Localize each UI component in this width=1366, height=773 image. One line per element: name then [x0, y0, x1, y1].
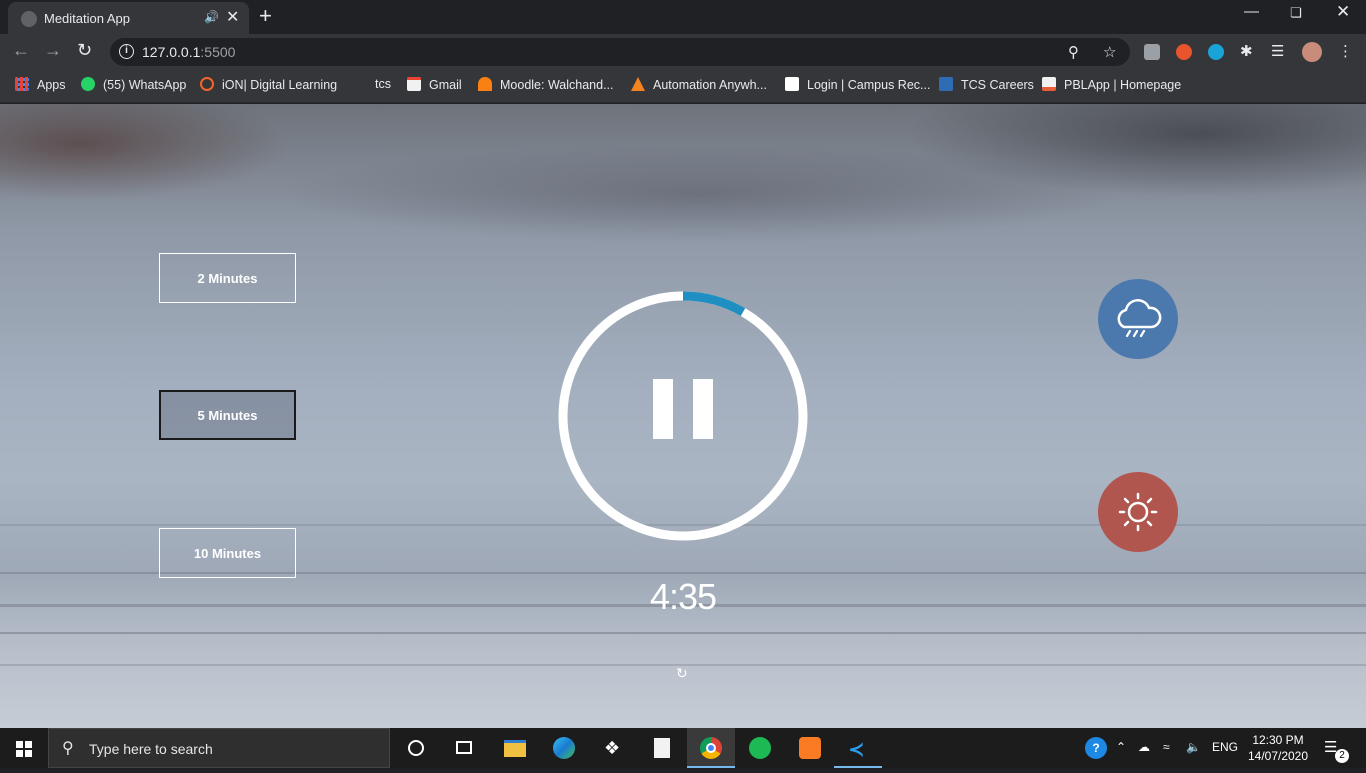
- bookmarks-bar: Apps (55) WhatsApp iON| Digital Learning…: [0, 70, 1366, 103]
- campus-recruit-icon: [785, 77, 799, 91]
- forward-icon[interactable]: →: [44, 40, 62, 61]
- taskbar-search[interactable]: ⚲ Type here to search: [48, 728, 390, 768]
- two-minutes-button[interactable]: 2 Minutes: [159, 253, 296, 303]
- five-minutes-button[interactable]: 5 Minutes: [159, 390, 296, 440]
- bookmark-pblapp[interactable]: PBLApp | Homepage: [1042, 77, 1181, 92]
- task-view-icon[interactable]: [440, 728, 488, 768]
- water-ripple: [0, 632, 1366, 634]
- bookmark-apps[interactable]: Apps: [15, 77, 66, 92]
- url-text[interactable]: 127.0.0.1:5500: [142, 44, 235, 60]
- address-bar[interactable]: i 127.0.0.1:5500 ⚲ ☆: [110, 38, 1130, 66]
- star-icon[interactable]: ☆: [1103, 43, 1116, 61]
- tab-bar: Meditation App 🔊 ✕ + — ❏ ✕: [0, 0, 1366, 34]
- close-tab-icon[interactable]: ✕: [226, 7, 239, 27]
- replay-icon[interactable]: ↻: [676, 665, 688, 682]
- dropbox-icon[interactable]: ❖: [590, 728, 638, 768]
- whatsapp-icon: [81, 77, 95, 91]
- extension-cube-icon[interactable]: [1144, 44, 1160, 60]
- speaker-icon[interactable]: 🔊: [204, 10, 219, 24]
- chevron-up-icon[interactable]: ⌃: [1116, 740, 1126, 754]
- extension-arduino-icon[interactable]: [1208, 44, 1224, 60]
- tab-title: Meditation App: [44, 11, 131, 26]
- info-icon[interactable]: i: [119, 44, 134, 59]
- bookmark-gmail[interactable]: Gmail: [407, 77, 462, 92]
- bookmark-whatsapp[interactable]: (55) WhatsApp: [81, 77, 186, 92]
- menu-dots-icon[interactable]: ⋮: [1338, 42, 1353, 60]
- pblapp-icon: [1042, 77, 1056, 91]
- new-tab-button[interactable]: +: [259, 4, 272, 28]
- windows-icon: [16, 741, 32, 757]
- volume-icon[interactable]: 🔈: [1186, 740, 1201, 754]
- cortana-icon[interactable]: [392, 728, 440, 768]
- automation-anywhere-icon: [631, 77, 645, 91]
- system-clock[interactable]: 12:30 PM 14/07/2020: [1246, 732, 1310, 764]
- help-icon[interactable]: ?: [1085, 737, 1107, 759]
- bookmark-automation-anywhere[interactable]: Automation Anywh...: [631, 77, 767, 92]
- bookmark-tcs[interactable]: tcs: [375, 77, 391, 91]
- xampp-icon[interactable]: [786, 728, 834, 768]
- browser-toolbar: ← → ↻ i 127.0.0.1:5500 ⚲ ☆ ✱ ☰ ⋮: [0, 34, 1366, 70]
- sun-sound-button[interactable]: [1098, 472, 1178, 552]
- bookmark-campus-login[interactable]: Login | Campus Rec...: [785, 77, 930, 92]
- wifi-icon[interactable]: ≈: [1163, 740, 1170, 754]
- onedrive-icon[interactable]: ☁: [1138, 740, 1150, 754]
- spotify-icon[interactable]: [736, 728, 784, 768]
- bookmark-tcs-careers[interactable]: TCS Careers: [939, 77, 1034, 92]
- meditation-app-page: 2 Minutes 5 Minutes 10 Minutes 4:35 ↻: [0, 104, 1366, 728]
- back-icon[interactable]: ←: [12, 40, 30, 61]
- minimize-icon[interactable]: —: [1244, 3, 1259, 20]
- gmail-icon: [407, 77, 421, 91]
- pause-icon: [653, 379, 673, 439]
- tab-meditation-app[interactable]: Meditation App 🔊 ✕: [8, 2, 249, 34]
- language-indicator[interactable]: ENG: [1212, 740, 1238, 754]
- extension-infinity-icon[interactable]: [1176, 44, 1192, 60]
- cloud-rain-icon: [1117, 299, 1162, 338]
- globe-icon: [21, 11, 37, 27]
- tata-icon: [939, 77, 953, 91]
- chrome-icon[interactable]: [687, 728, 735, 768]
- close-window-icon[interactable]: ✕: [1336, 2, 1350, 22]
- search-icon: ⚲: [62, 740, 74, 757]
- pause-button[interactable]: [653, 379, 713, 439]
- notification-badge: 2: [1335, 749, 1349, 763]
- edge-icon[interactable]: [540, 728, 588, 768]
- moodle-icon: [478, 77, 492, 91]
- time-display: 4:35: [649, 576, 717, 617]
- start-button[interactable]: [0, 728, 48, 768]
- media-queue-icon[interactable]: ☰: [1271, 42, 1284, 60]
- file-explorer-icon[interactable]: [490, 728, 538, 768]
- rain-sound-button[interactable]: [1098, 279, 1178, 359]
- avatar[interactable]: [1302, 42, 1322, 62]
- zoom-icon[interactable]: ⚲: [1068, 43, 1079, 61]
- bookmark-moodle[interactable]: Moodle: Walchand...: [478, 77, 613, 92]
- windows-taskbar: ⚲ Type here to search ❖ ≺ ? ⌃ ☁ ≈ 🔈 ENG …: [0, 728, 1366, 768]
- notepad-icon[interactable]: [638, 728, 686, 768]
- vscode-icon[interactable]: ≺: [834, 728, 882, 768]
- puzzle-icon[interactable]: ✱: [1240, 42, 1253, 60]
- apps-grid-icon: [15, 77, 29, 91]
- bookmark-ion[interactable]: iON| Digital Learning: [200, 77, 337, 92]
- maximize-icon[interactable]: ❏: [1290, 5, 1302, 21]
- ion-icon: [200, 77, 214, 91]
- ten-minutes-button[interactable]: 10 Minutes: [159, 528, 296, 578]
- sun-icon: [1118, 492, 1158, 532]
- search-placeholder: Type here to search: [89, 741, 213, 757]
- reload-icon[interactable]: ↻: [77, 40, 92, 61]
